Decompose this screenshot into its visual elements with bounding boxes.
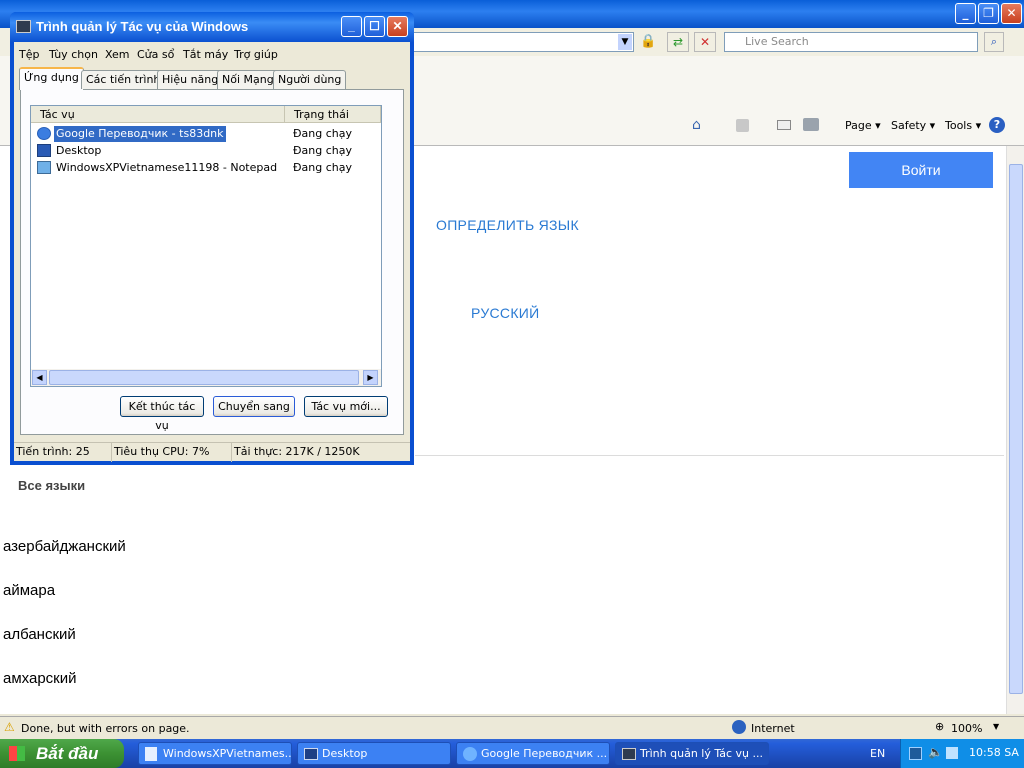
- taskbar-button-task-manager[interactable]: Trình quản lý Tác vụ ...: [615, 742, 769, 765]
- task-manager-icon: [16, 20, 31, 33]
- maximize-button[interactable]: ☐: [364, 16, 385, 37]
- task-manager-tray-icon[interactable]: [909, 747, 922, 760]
- divider: [415, 455, 1004, 456]
- notepad-icon: [145, 747, 157, 761]
- russian-language-link[interactable]: РУССКИЙ: [471, 305, 540, 321]
- task-manager-icon: [622, 748, 636, 760]
- close-button[interactable]: ✕: [387, 16, 408, 37]
- switch-to-button[interactable]: Chuyển sang: [213, 396, 295, 417]
- task-list[interactable]: Tác vụ Trạng thái Google Переводчик - ts…: [30, 105, 382, 387]
- task-name: Desktop: [56, 144, 102, 157]
- warning-icon[interactable]: ⚠: [4, 720, 15, 734]
- safety-menu[interactable]: Safety ▾: [891, 119, 935, 132]
- detect-language-link[interactable]: ОПРЕДЕЛИТЬ ЯЗЫК: [436, 217, 579, 233]
- refresh-icon[interactable]: ⇄: [667, 32, 689, 52]
- list-item[interactable]: WindowsXPVietnamese11198 - Notepad Đang …: [35, 160, 375, 176]
- login-button[interactable]: Войти: [849, 152, 993, 188]
- ie-icon: [37, 127, 51, 140]
- all-languages-heading: Все языки: [18, 478, 86, 493]
- ie-icon: [463, 747, 477, 761]
- scroll-left-button[interactable]: ◀: [32, 370, 47, 385]
- language-item[interactable]: аймара: [3, 582, 55, 599]
- dropdown-arrow-icon[interactable]: ▼: [618, 34, 632, 50]
- language-item[interactable]: амхарский: [3, 670, 77, 687]
- language-item[interactable]: азербайджанский: [3, 538, 126, 555]
- task-manager-window: Trình quản lý Tác vụ của Windows _ ☐ ✕ T…: [10, 12, 414, 465]
- system-tray: 🔈 10:58 SA: [900, 739, 1024, 768]
- tab-users[interactable]: Người dùng: [273, 70, 347, 89]
- home-icon[interactable]: ⌂: [692, 117, 701, 133]
- task-manager-title-bar[interactable]: Trình quản lý Tác vụ của Windows _ ☐ ✕: [10, 12, 414, 42]
- status-text: Done, but with errors on page.: [21, 722, 190, 735]
- new-task-button[interactable]: Tác vụ mới...: [304, 396, 388, 417]
- scrollbar-thumb[interactable]: [49, 370, 359, 385]
- page-menu[interactable]: Page ▾: [845, 119, 881, 132]
- zoom-icon[interactable]: ⊕: [935, 720, 944, 733]
- taskbar-button-notepad[interactable]: WindowsXPVietnames...: [138, 742, 292, 765]
- task-name: WindowsXPVietnamese11198 - Notepad: [56, 161, 278, 174]
- horizontal-scrollbar[interactable]: ◀ ▶: [31, 369, 381, 386]
- close-button[interactable]: ✕: [1001, 3, 1022, 24]
- minimize-button[interactable]: _: [341, 16, 362, 37]
- task-manager-body: Tệp Tùy chọn Xem Cửa sổ Tắt máy Trợ giúp…: [14, 42, 410, 462]
- taskbar-button-google-translate[interactable]: Google Переводчик ...: [456, 742, 610, 765]
- tab-processes[interactable]: Các tiến trình: [81, 70, 166, 89]
- notepad-icon: [37, 161, 51, 174]
- tab-networking[interactable]: Nối Mạng: [217, 70, 279, 89]
- desktop-icon: [37, 144, 51, 157]
- help-icon[interactable]: ?: [989, 117, 1005, 133]
- commit-charge: Tải thực: 217K / 1250K: [234, 445, 360, 458]
- menu-windows[interactable]: Cửa sổ: [137, 48, 174, 61]
- scrollbar-thumb[interactable]: [1009, 164, 1023, 694]
- feeds-icon[interactable]: [736, 119, 749, 132]
- task-manager-title: Trình quản lý Tác vụ của Windows: [36, 19, 249, 34]
- search-icon[interactable]: ⌕: [984, 32, 1004, 52]
- zoom-level[interactable]: 100%: [951, 722, 982, 735]
- minimize-button[interactable]: _: [955, 3, 976, 24]
- read-mail-icon[interactable]: [777, 120, 791, 130]
- menu-options[interactable]: Tùy chọn: [49, 48, 98, 61]
- network-icon[interactable]: [946, 747, 958, 759]
- address-input[interactable]: [410, 32, 634, 52]
- column-header-task[interactable]: Tác vụ: [31, 106, 285, 123]
- menu-view[interactable]: Xem: [105, 48, 130, 61]
- tools-menu[interactable]: Tools ▾: [945, 119, 981, 132]
- column-header-status[interactable]: Trạng thái: [285, 106, 381, 123]
- lock-icon[interactable]: 🔒: [640, 34, 656, 50]
- task-status: Đang chạy: [293, 144, 352, 157]
- chevron-down-icon[interactable]: ▼: [993, 722, 999, 731]
- start-button[interactable]: Bắt đầu: [0, 739, 124, 768]
- windows-logo-icon: [9, 746, 25, 761]
- menu-help[interactable]: Trợ giúp: [234, 48, 278, 61]
- vertical-scrollbar[interactable]: [1006, 146, 1024, 714]
- process-count: Tiến trình: 25: [14, 443, 112, 462]
- menu-file[interactable]: Tệp: [19, 48, 39, 61]
- task-status: Đang chạy: [293, 127, 352, 140]
- stop-icon[interactable]: ✕: [694, 32, 716, 52]
- scroll-right-button[interactable]: ▶: [363, 370, 378, 385]
- globe-icon: [732, 720, 746, 734]
- language-indicator[interactable]: EN: [870, 747, 885, 760]
- task-manager-status-bar: Tiến trình: 25 Tiêu thụ CPU: 7% Tải thực…: [14, 442, 410, 462]
- search-input[interactable]: Live Search: [724, 32, 978, 52]
- volume-icon[interactable]: 🔈: [928, 745, 943, 759]
- status-bar: ⚠ Done, but with errors on page. Interne…: [0, 716, 1024, 739]
- tab-applications[interactable]: Ứng dụng: [19, 67, 84, 90]
- maximize-button[interactable]: ❐: [978, 3, 999, 24]
- language-item[interactable]: албанский: [3, 626, 76, 643]
- cpu-usage: Tiêu thụ CPU: 7%: [112, 443, 232, 462]
- tab-performance[interactable]: Hiệu năng: [157, 70, 224, 89]
- menu-shutdown[interactable]: Tắt máy: [183, 48, 228, 61]
- zone-label: Internet: [751, 722, 795, 735]
- list-item[interactable]: Google Переводчик - ts83dnk Đang chạy: [35, 126, 375, 142]
- taskbar-button-desktop[interactable]: Desktop: [297, 742, 451, 765]
- end-task-button[interactable]: Kết thúc tác vụ: [120, 396, 204, 432]
- task-status: Đang chạy: [293, 161, 352, 174]
- print-icon[interactable]: [803, 118, 819, 131]
- list-item[interactable]: Desktop Đang chạy: [35, 143, 375, 159]
- task-name: Google Переводчик - ts83dnk: [54, 126, 226, 142]
- desktop-icon: [304, 748, 318, 760]
- clock[interactable]: 10:58 SA: [969, 746, 1019, 759]
